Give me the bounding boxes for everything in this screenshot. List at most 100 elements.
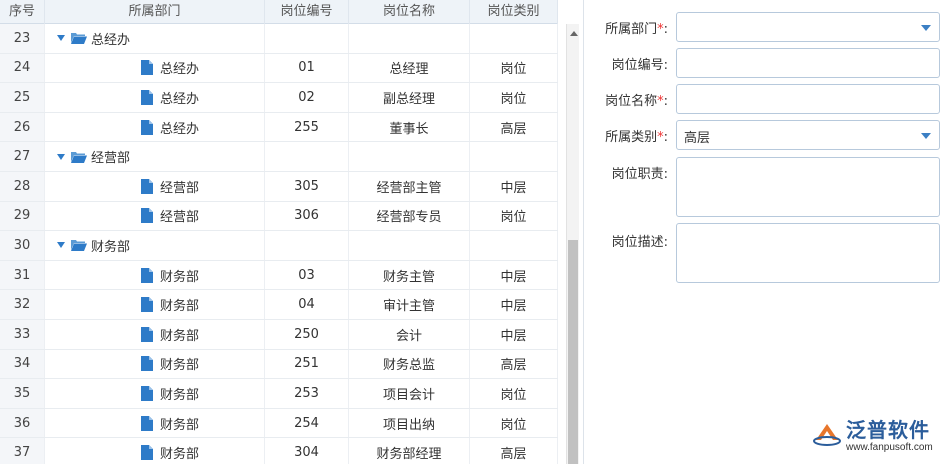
code-input[interactable] bbox=[676, 48, 940, 78]
cell-code: 254 bbox=[265, 408, 349, 438]
cell-name: 项目会计 bbox=[349, 379, 470, 408]
tree-group-row[interactable]: 27 经营部 bbox=[0, 142, 558, 172]
table-row[interactable]: 29 经营部 306 经营部专员 岗位 bbox=[0, 201, 558, 232]
file-icon bbox=[141, 356, 153, 372]
cell-seq: 31 bbox=[0, 260, 45, 290]
file-icon bbox=[141, 60, 153, 76]
scroll-thumb[interactable] bbox=[568, 240, 578, 464]
cell-cat: 中层 bbox=[470, 171, 558, 201]
table-row[interactable]: 24 总经办 01 总经理 岗位 bbox=[0, 53, 558, 84]
table-row[interactable]: 32 财务部 04 审计主管 中层 bbox=[0, 290, 558, 320]
dept-label: 财务部 bbox=[160, 358, 200, 374]
name-input[interactable] bbox=[676, 84, 940, 114]
table-row[interactable]: 31 财务部 03 财务主管 中层 bbox=[0, 260, 558, 291]
file-icon bbox=[141, 89, 153, 105]
expand-arrow-icon[interactable] bbox=[57, 35, 65, 42]
tree-group-row[interactable]: 30 财务部 bbox=[0, 231, 558, 261]
cell-code bbox=[265, 142, 349, 171]
table-row[interactable]: 26 总经办 255 董事长 高层 bbox=[0, 112, 558, 143]
table-row[interactable]: 36 财务部 254 项目出纳 岗位 bbox=[0, 408, 558, 439]
cell-dept: 财务部 bbox=[45, 349, 265, 379]
cell-name: 总经理 bbox=[349, 53, 470, 83]
header-name[interactable]: 岗位名称 bbox=[349, 0, 470, 24]
name-label: 岗位名称*: bbox=[605, 94, 668, 109]
cell-code: 04 bbox=[265, 290, 349, 319]
file-icon bbox=[141, 119, 153, 135]
file-icon bbox=[141, 326, 153, 342]
table-row[interactable]: 28 经营部 305 经营部主管 中层 bbox=[0, 171, 558, 202]
cell-cat: 岗位 bbox=[470, 83, 558, 112]
dept-select[interactable] bbox=[676, 12, 940, 42]
cell-dept: 财务部 bbox=[45, 408, 265, 438]
dept-label: 总经办 bbox=[160, 121, 200, 137]
cat-select[interactable]: 高层 bbox=[676, 120, 940, 150]
header-cat[interactable]: 岗位类别 bbox=[470, 0, 558, 24]
cell-dept: 总经办 bbox=[45, 53, 265, 83]
expand-arrow-icon[interactable] bbox=[57, 153, 65, 160]
position-form: 所属部门*: 岗位编号: 岗位名称*: 所属类别*: 高层 岗位职责: 岗位描述… bbox=[584, 0, 943, 464]
cell-name: 经营部主管 bbox=[349, 171, 470, 201]
cell-cat: 岗位 bbox=[470, 408, 558, 438]
table-row[interactable]: 37 财务部 304 财务部经理 高层 bbox=[0, 438, 558, 464]
grid-scrollbar[interactable] bbox=[566, 24, 579, 464]
desc-textarea[interactable] bbox=[676, 223, 940, 283]
cell-cat: 岗位 bbox=[470, 201, 558, 231]
cell-dept: 财务部 bbox=[45, 290, 265, 319]
cell-cat bbox=[470, 24, 558, 53]
cell-seq: 23 bbox=[0, 24, 45, 53]
cell-code: 02 bbox=[265, 83, 349, 112]
header-dept[interactable]: 所属部门 bbox=[45, 0, 265, 24]
dept-label: 所属部门*: bbox=[605, 22, 668, 37]
cell-dept: 经营部 bbox=[45, 171, 265, 201]
code-label: 岗位编号: bbox=[611, 58, 668, 73]
chevron-down-icon[interactable] bbox=[921, 25, 931, 31]
cell-name: 财务主管 bbox=[349, 260, 470, 290]
tree-group-row[interactable]: 23 总经办 bbox=[0, 24, 558, 54]
cell-code: 304 bbox=[265, 438, 349, 464]
cell-code: 306 bbox=[265, 201, 349, 231]
cell-dept: 财务部 bbox=[45, 260, 265, 290]
logo-name: 泛普软件 bbox=[846, 418, 930, 442]
grid-body: 23 总经办 24 总经办 01 总经理 岗位 25 总经办 02 副总经理 岗位 26 总经办 255 董事… bbox=[0, 24, 558, 464]
table-row[interactable]: 35 财务部 253 项目会计 岗位 bbox=[0, 379, 558, 409]
cell-seq: 37 bbox=[0, 438, 45, 464]
file-icon bbox=[141, 415, 153, 431]
cell-cat bbox=[470, 142, 558, 171]
cell-code: 250 bbox=[265, 319, 349, 349]
header-seq[interactable]: 序号 bbox=[0, 0, 45, 24]
cell-dept: 财务部 bbox=[45, 438, 265, 464]
cell-seq: 34 bbox=[0, 349, 45, 379]
cell-dept: 总经办 bbox=[45, 24, 265, 53]
cell-seq: 32 bbox=[0, 290, 45, 319]
cell-seq: 27 bbox=[0, 142, 45, 171]
cell-name: 财务总监 bbox=[349, 349, 470, 379]
cell-code bbox=[265, 24, 349, 53]
position-grid: 序号 所属部门 岗位编号 岗位名称 岗位类别 23 总经办 24 总经办 01 总经理 岗位… bbox=[0, 0, 558, 464]
scroll-up-icon[interactable] bbox=[570, 31, 578, 36]
desc-label: 岗位描述: bbox=[611, 235, 668, 250]
table-row[interactable]: 33 财务部 250 会计 中层 bbox=[0, 319, 558, 350]
dept-label: 财务部 bbox=[160, 447, 200, 463]
duty-textarea[interactable] bbox=[676, 157, 940, 217]
logo-url: www.fanpusoft.com bbox=[846, 442, 933, 453]
dept-label: 财务部 bbox=[160, 269, 200, 285]
dept-label: 总经办 bbox=[160, 62, 200, 78]
dept-label: 财务部 bbox=[160, 299, 200, 315]
cell-dept: 经营部 bbox=[45, 142, 265, 171]
cell-seq: 26 bbox=[0, 112, 45, 142]
header-code[interactable]: 岗位编号 bbox=[265, 0, 349, 24]
cell-name: 审计主管 bbox=[349, 290, 470, 319]
cat-label: 所属类别*: bbox=[605, 130, 668, 145]
file-icon bbox=[141, 445, 153, 461]
chevron-down-icon[interactable] bbox=[921, 133, 931, 139]
cell-code: 305 bbox=[265, 171, 349, 201]
expand-arrow-icon[interactable] bbox=[57, 242, 65, 249]
dept-label: 财务部 bbox=[160, 417, 200, 433]
cell-name bbox=[349, 142, 470, 171]
table-row[interactable]: 25 总经办 02 副总经理 岗位 bbox=[0, 83, 558, 113]
fanpu-logo-icon bbox=[813, 424, 841, 446]
cell-name: 会计 bbox=[349, 319, 470, 349]
dept-label: 总经办 bbox=[91, 32, 131, 48]
table-row[interactable]: 34 财务部 251 财务总监 高层 bbox=[0, 349, 558, 380]
cell-cat: 中层 bbox=[470, 319, 558, 349]
